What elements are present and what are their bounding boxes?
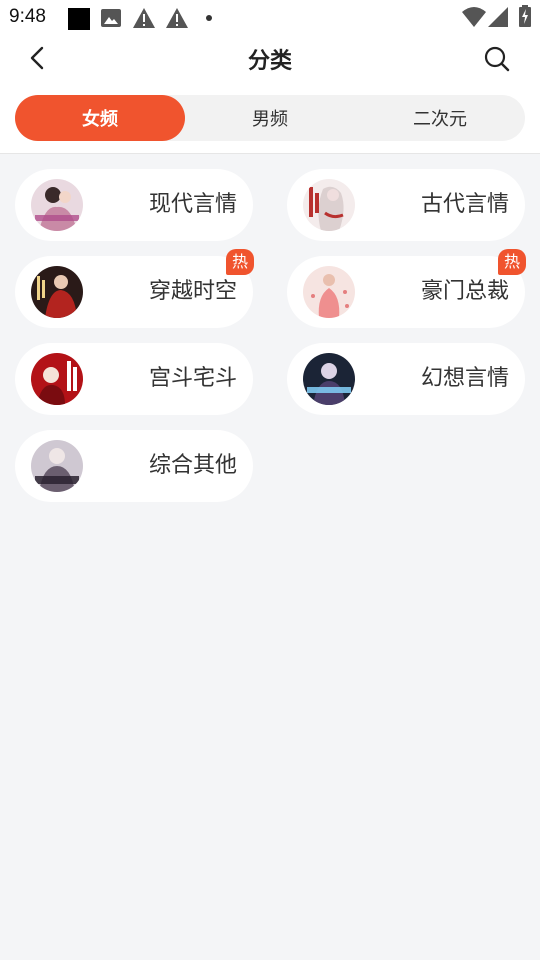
image-icon	[101, 9, 121, 27]
category-card-ancient-romance[interactable]: 古代言情	[287, 169, 525, 241]
search-icon	[484, 46, 510, 72]
wifi-icon	[462, 7, 486, 27]
category-cover-image	[303, 353, 355, 405]
category-card-ceo-romance[interactable]: 豪门总裁	[287, 256, 525, 328]
status-time: 9:48	[9, 6, 46, 27]
category-card-palace-intrigue[interactable]: 宫斗宅斗	[15, 343, 253, 415]
category-cover-image	[303, 266, 355, 318]
category-cover-image	[31, 179, 83, 231]
page-title: 分类	[247, 49, 292, 74]
category-label: 现代言情	[148, 192, 237, 217]
category-card-time-travel[interactable]: 穿越时空	[15, 256, 253, 328]
top-area: 9:48 分类 女频 男频 二次元	[0, 0, 540, 154]
category-label: 幻想言情	[420, 366, 509, 391]
warning-icon	[166, 8, 188, 28]
tab-male[interactable]: 男频	[185, 95, 355, 141]
battery-charging-icon	[519, 5, 531, 27]
category-cover-image	[31, 266, 83, 318]
category-card-fantasy-romance[interactable]: 幻想言情	[287, 343, 525, 415]
tab-female[interactable]: 女频	[15, 95, 185, 141]
category-cover-image	[31, 353, 83, 405]
category-label: 宫斗宅斗	[148, 366, 237, 391]
category-label: 综合其他	[148, 453, 237, 478]
category-cover-image	[31, 440, 83, 492]
dot-icon	[206, 15, 212, 21]
hot-badge: 热	[498, 249, 526, 275]
notification-square-icon	[68, 8, 90, 30]
category-card-other[interactable]: 综合其他	[15, 430, 253, 502]
search-button[interactable]	[480, 42, 514, 76]
category-label: 穿越时空	[148, 279, 237, 304]
channel-tabs: 女频 男频 二次元	[15, 95, 525, 141]
hot-badge: 热	[226, 249, 254, 275]
nav-header: 分类	[0, 36, 540, 80]
status-bar: 9:48	[0, 0, 540, 36]
category-label: 豪门总裁	[420, 279, 509, 304]
category-card-modern-romance[interactable]: 现代言情	[15, 169, 253, 241]
signal-icon	[488, 7, 508, 27]
warning-icon	[133, 8, 155, 28]
category-label: 古代言情	[420, 192, 509, 217]
category-cover-image	[303, 179, 355, 231]
tab-anime[interactable]: 二次元	[355, 95, 525, 141]
